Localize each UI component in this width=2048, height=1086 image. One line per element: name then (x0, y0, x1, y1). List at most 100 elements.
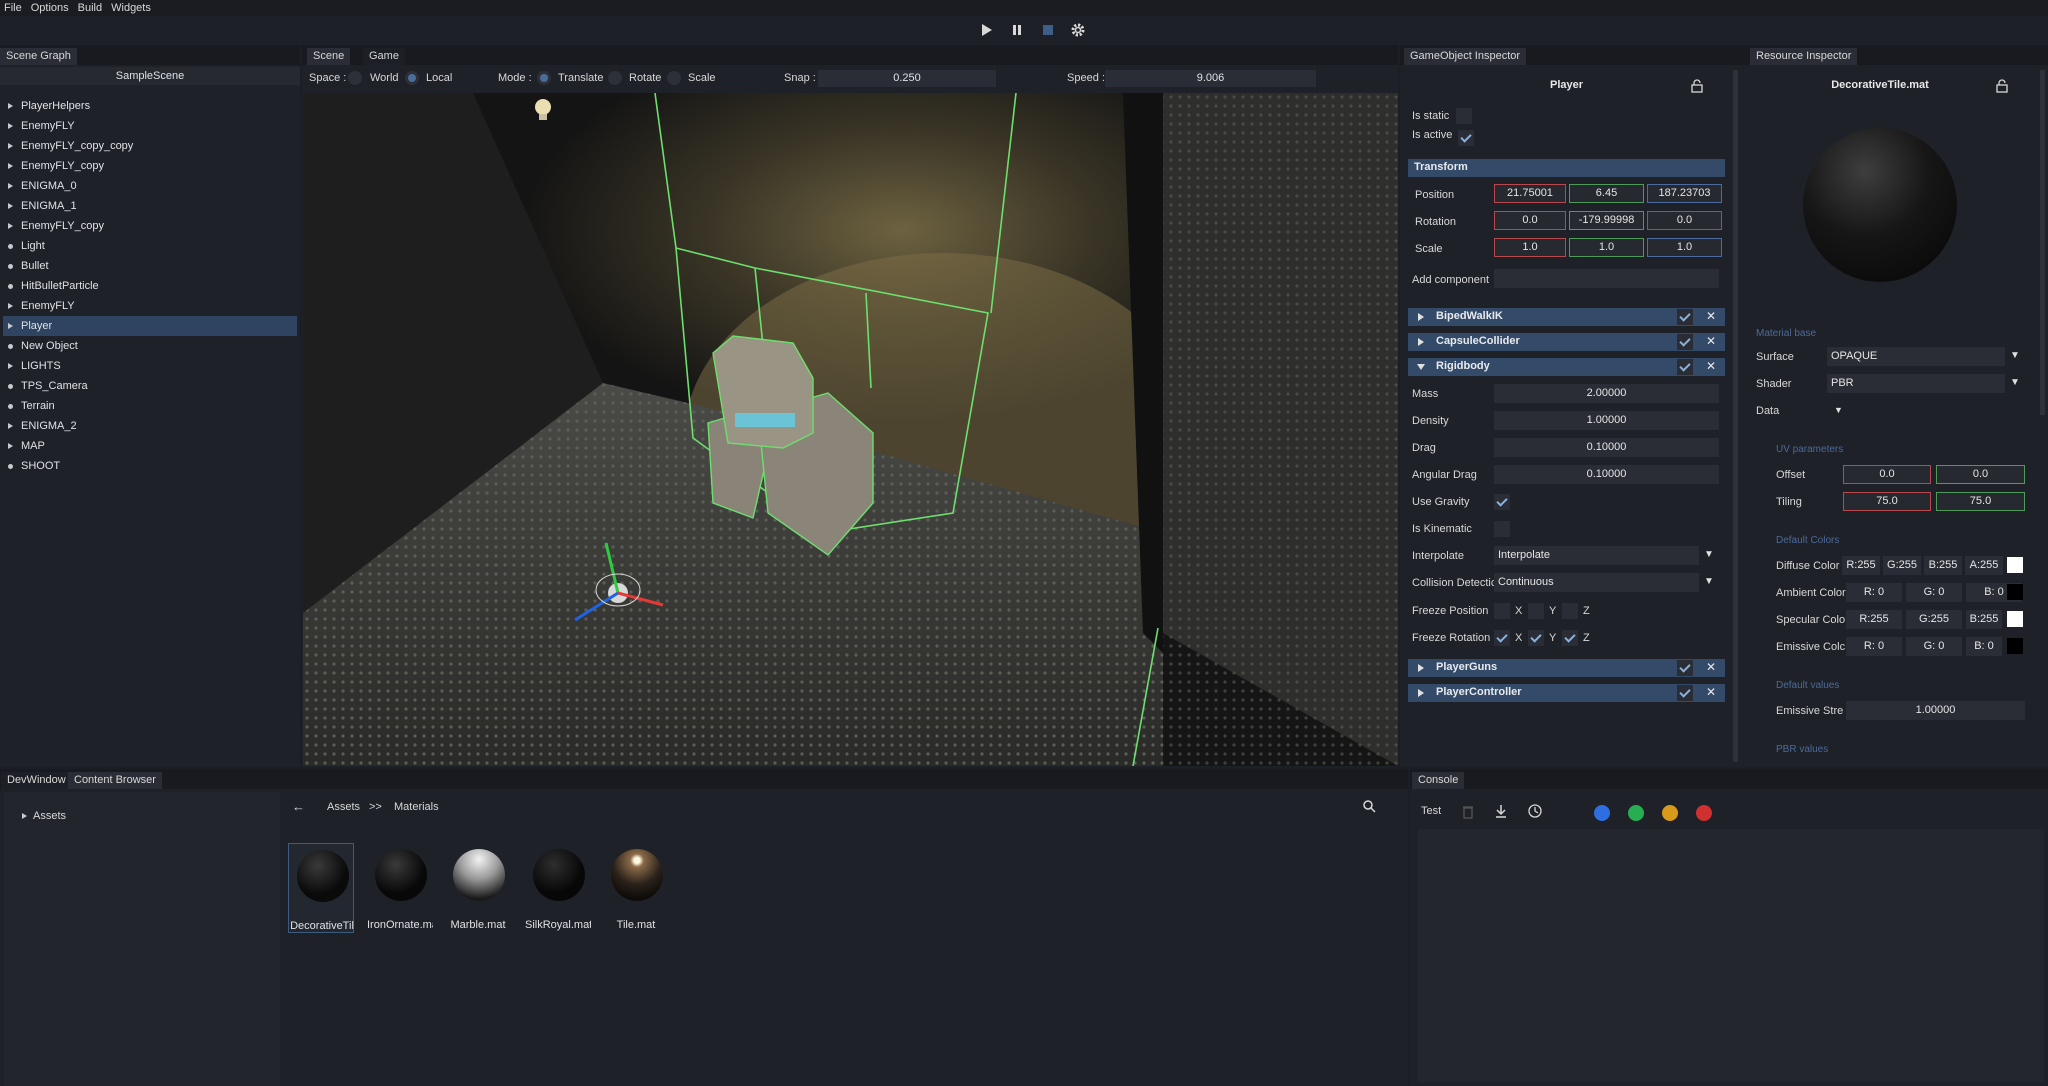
mass-input[interactable]: 2.00000 (1494, 384, 1719, 403)
expand-icon[interactable] (8, 443, 13, 449)
data-expand-icon[interactable]: ▼ (1834, 405, 1843, 415)
expand-icon[interactable] (8, 303, 13, 309)
is-active-checkbox[interactable] (1458, 130, 1474, 146)
menu-widgets[interactable]: Widgets (111, 2, 151, 14)
scene-node[interactable]: ENIGMA_2 (3, 416, 297, 436)
asset-decorative-tile[interactable]: DecorativeTil (288, 843, 354, 933)
component-rigidbody[interactable]: Rigidbody ✕ (1408, 358, 1725, 376)
expand-icon[interactable] (8, 183, 13, 189)
use-gravity-checkbox[interactable] (1494, 494, 1510, 510)
ambient-g[interactable]: G: 0 (1906, 583, 1962, 602)
scale-z-input[interactable]: 1.0 (1647, 238, 1722, 257)
specular-g[interactable]: G:255 (1906, 610, 1962, 629)
tab-scene-graph[interactable]: Scene Graph (0, 48, 77, 65)
scene-node[interactable]: LIGHTS (3, 356, 297, 376)
component-enabled-checkbox[interactable] (1677, 359, 1693, 375)
lock-icon[interactable] (1690, 79, 1704, 93)
scale-x-input[interactable]: 1.0 (1494, 238, 1566, 257)
specular-r[interactable]: R:255 (1846, 610, 1902, 629)
rotation-z-input[interactable]: 0.0 (1647, 211, 1722, 230)
scene-node[interactable]: MAP (3, 436, 297, 456)
tiling-v-input[interactable]: 75.0 (1936, 492, 2025, 511)
emissive-b[interactable]: B: 0 (1966, 637, 2002, 656)
component-biped-walk-ik[interactable]: BipedWalkIK ✕ (1408, 308, 1725, 326)
is-static-checkbox[interactable] (1456, 108, 1472, 124)
scene-node[interactable]: PlayerHelpers (3, 96, 297, 116)
scene-node[interactable]: New Object (3, 336, 297, 356)
pause-icon[interactable] (1009, 22, 1025, 38)
freeze-pos-x-checkbox[interactable] (1494, 603, 1510, 619)
tiling-u-input[interactable]: 75.0 (1843, 492, 1931, 511)
asset-silk-royal[interactable]: SilkRoyal.mat (525, 843, 591, 933)
scene-node[interactable]: EnemyFLY (3, 116, 297, 136)
asset-tile[interactable]: Tile.mat (603, 843, 669, 933)
expand-icon[interactable] (8, 363, 13, 369)
remove-component-icon[interactable]: ✕ (1706, 685, 1716, 699)
emissive-strength-input[interactable]: 1.00000 (1846, 701, 2025, 720)
asset-iron-ornate[interactable]: IronOrnate.ma (367, 843, 433, 933)
scene-node[interactable]: Player (3, 316, 297, 336)
freeze-pos-z-checkbox[interactable] (1562, 603, 1578, 619)
tab-game[interactable]: Game (363, 48, 405, 65)
freeze-pos-y-checkbox[interactable] (1528, 603, 1544, 619)
rotation-x-input[interactable]: 0.0 (1494, 211, 1566, 230)
component-enabled-checkbox[interactable] (1677, 334, 1693, 350)
diffuse-g[interactable]: G:255 (1883, 556, 1921, 575)
mode-translate-radio[interactable] (537, 71, 551, 85)
transform-header[interactable]: Transform (1408, 159, 1725, 177)
position-x-input[interactable]: 21.75001 (1494, 184, 1566, 203)
freeze-rot-z-checkbox[interactable] (1562, 630, 1578, 646)
diffuse-r[interactable]: R:255 (1842, 556, 1880, 575)
tab-devwindow[interactable]: DevWindow (1, 772, 72, 789)
diffuse-color-swatch[interactable] (2007, 557, 2023, 573)
ambient-color-swatch[interactable] (2007, 584, 2023, 600)
chevron-down-icon[interactable]: ▼ (2010, 350, 2020, 361)
mode-rotate-radio[interactable] (608, 71, 622, 85)
density-input[interactable]: 1.00000 (1494, 411, 1719, 430)
angular-drag-input[interactable]: 0.10000 (1494, 465, 1719, 484)
scene-node[interactable]: EnemyFLY (3, 296, 297, 316)
freeze-rot-x-checkbox[interactable] (1494, 630, 1510, 646)
tab-content-browser[interactable]: Content Browser (68, 772, 162, 789)
warning-filter-icon[interactable] (1662, 805, 1678, 821)
scene-node[interactable]: EnemyFLY_copy_copy (3, 136, 297, 156)
menu-file[interactable]: File (4, 2, 22, 14)
emissive-g[interactable]: G: 0 (1906, 637, 1962, 656)
expand-icon[interactable] (8, 323, 13, 329)
inspector-scrollbar[interactable] (1733, 70, 1738, 762)
breadcrumb-assets[interactable]: Assets (327, 801, 360, 813)
success-filter-icon[interactable] (1628, 805, 1644, 821)
menu-options[interactable]: Options (31, 2, 69, 14)
chevron-down-icon[interactable]: ▼ (2010, 377, 2020, 388)
download-icon[interactable] (1493, 803, 1509, 819)
shader-dropdown[interactable]: PBR (1827, 374, 2005, 393)
console-log-area[interactable] (1418, 829, 2044, 1082)
play-icon[interactable] (978, 22, 994, 38)
freeze-rot-y-checkbox[interactable] (1528, 630, 1544, 646)
position-z-input[interactable]: 187.23703 (1647, 184, 1722, 203)
remove-component-icon[interactable]: ✕ (1706, 309, 1716, 323)
tab-console[interactable]: Console (1412, 772, 1465, 789)
scale-y-input[interactable]: 1.0 (1569, 238, 1644, 257)
component-capsule-collider[interactable]: CapsuleCollider ✕ (1408, 333, 1725, 351)
drag-input[interactable]: 0.10000 (1494, 438, 1719, 457)
search-icon[interactable] (1362, 799, 1376, 813)
collision-detection-dropdown[interactable]: Continuous (1494, 573, 1699, 592)
scene-node[interactable]: ENIGMA_0 (3, 176, 297, 196)
offset-u-input[interactable]: 0.0 (1843, 465, 1931, 484)
interpolate-dropdown[interactable]: Interpolate (1494, 546, 1699, 565)
expand-icon[interactable] (8, 123, 13, 129)
component-enabled-checkbox[interactable] (1677, 660, 1693, 676)
scene-node[interactable]: EnemyFLY_copy (3, 156, 297, 176)
remove-component-icon[interactable]: ✕ (1706, 660, 1716, 674)
lock-icon[interactable] (1995, 79, 2009, 93)
remove-component-icon[interactable]: ✕ (1706, 334, 1716, 348)
scene-node[interactable]: Bullet (3, 256, 297, 276)
specular-color-swatch[interactable] (2007, 611, 2023, 627)
chevron-down-icon[interactable]: ▼ (1704, 576, 1714, 587)
settings-gear-icon[interactable] (1070, 22, 1086, 38)
stop-icon[interactable] (1040, 22, 1056, 38)
component-enabled-checkbox[interactable] (1677, 685, 1693, 701)
expand-icon[interactable] (8, 223, 13, 229)
component-player-controller[interactable]: PlayerController ✕ (1408, 684, 1725, 702)
